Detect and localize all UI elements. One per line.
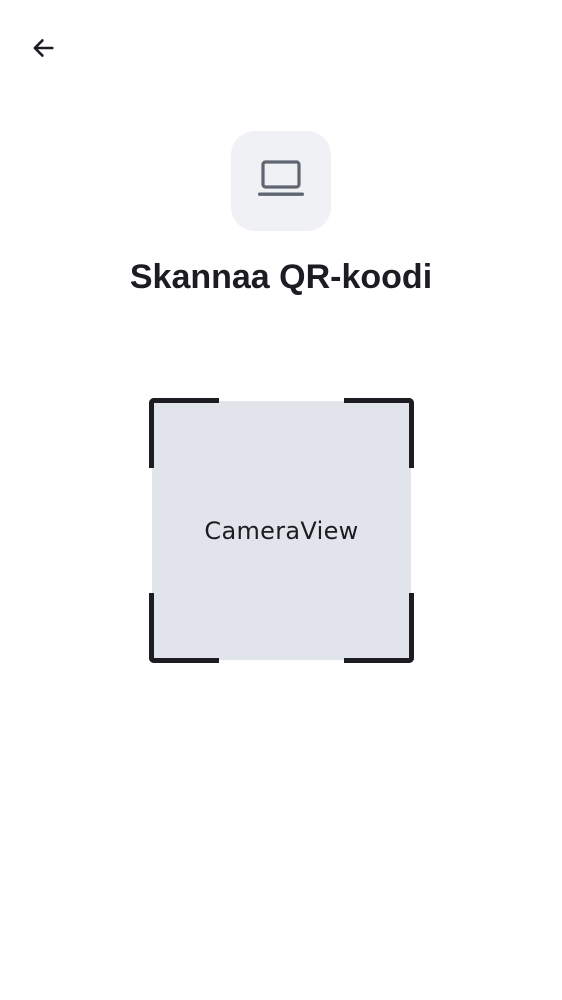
page-title: Skannaa QR-koodi: [129, 258, 433, 296]
device-badge: [231, 131, 331, 231]
back-button[interactable]: [22, 29, 64, 71]
laptop-icon: [258, 159, 304, 204]
scanner-corner-top-left: [149, 398, 219, 468]
scanner-corner-bottom-right: [344, 593, 414, 663]
scanner-corner-bottom-left: [149, 593, 219, 663]
scanner-corner-top-right: [344, 398, 414, 468]
arrow-left-icon: [29, 34, 57, 67]
camera-view-label: CameraView: [204, 516, 359, 545]
qr-scanner-frame: CameraView: [149, 398, 414, 663]
